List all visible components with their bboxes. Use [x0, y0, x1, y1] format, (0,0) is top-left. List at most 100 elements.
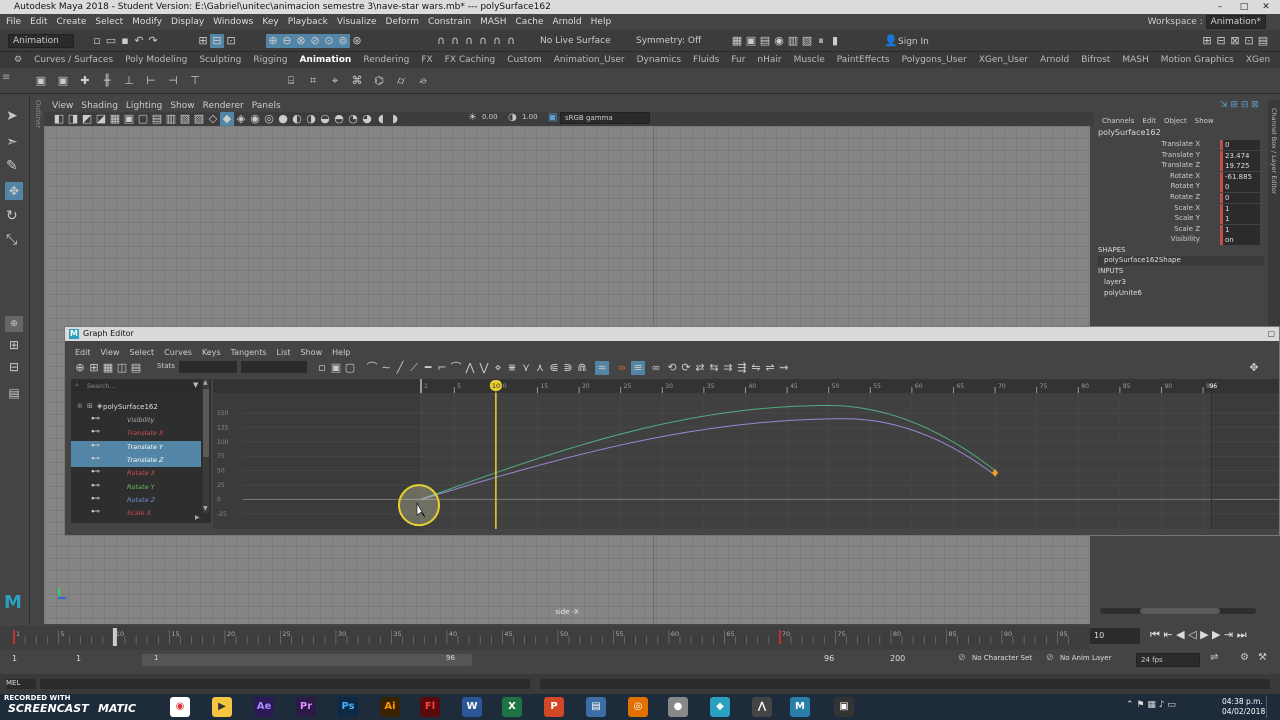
render-frame-icon[interactable]: ▦	[730, 34, 744, 48]
menu-display[interactable]: Display	[171, 17, 204, 27]
graph-menu-list[interactable]: List	[277, 348, 291, 357]
excel-icon[interactable]: X	[502, 697, 522, 717]
tangent-spline-icon[interactable]: ∼	[379, 361, 393, 375]
menu-playback[interactable]: Playback	[288, 17, 328, 27]
cycle-offset-icon[interactable]: ⟳	[679, 361, 693, 375]
buffer-curve-icon[interactable]: ⋎	[519, 361, 533, 375]
lattice-icon[interactable]: ⌸	[280, 74, 302, 88]
open-scene-icon[interactable]: ▭	[104, 34, 118, 48]
motion-path-icon[interactable]: ⌮	[412, 74, 434, 88]
viewport-menu-show[interactable]: Show	[170, 101, 194, 111]
layout-single-icon[interactable]: ⊕	[5, 316, 23, 332]
break-tangents-icon[interactable]: ⋀	[463, 361, 477, 375]
outliner-hscrollbar[interactable]: ▶	[71, 514, 201, 521]
shelf-tab-sculpting[interactable]: Sculpting	[199, 55, 241, 65]
shelf-tab-painteffects[interactable]: PaintEffects	[837, 55, 890, 65]
normalize-icon[interactable]: ⋑	[561, 361, 575, 375]
graph-menu-show[interactable]: Show	[301, 348, 323, 357]
graph-menu-keys[interactable]: Keys	[202, 348, 221, 357]
outliner-toggle-icon[interactable]: ▤	[1256, 34, 1270, 48]
curve-scale-icon[interactable]: ⇋	[749, 361, 763, 375]
app-sphere-icon[interactable]: ●	[668, 697, 688, 717]
xray-joints-icon[interactable]: ◖	[374, 112, 388, 126]
clock-time[interactable]: 04:38 p.m.	[1222, 697, 1263, 706]
play-backward-icon[interactable]: ◁	[1188, 628, 1196, 641]
lock-icon[interactable]: ⊛	[350, 34, 364, 48]
channel-box-layer-editor-tab[interactable]: Channel Box / Layer Editor	[1270, 108, 1278, 195]
tangent-plateau-icon[interactable]: ⌒	[449, 361, 463, 375]
magnet-icon-6[interactable]: ∩	[504, 34, 518, 48]
shelf-tab-poly-modeling[interactable]: Poly Modeling	[125, 55, 187, 65]
cluster-icon[interactable]: ⌗	[302, 74, 324, 88]
set-key-icon[interactable]: ▣	[30, 74, 52, 88]
stats-field-value[interactable]	[241, 361, 307, 373]
cb-lock-icon[interactable]: ⊞	[1230, 100, 1238, 110]
channel-value[interactable]: 1	[1220, 224, 1260, 235]
word-icon[interactable]: W	[462, 697, 482, 717]
screencast-taskbar-icon[interactable]: ▣	[834, 697, 854, 717]
channel-name[interactable]: Translate Z	[1161, 161, 1200, 169]
shelf-tab-motion-graphics[interactable]: Motion Graphics	[1161, 55, 1234, 65]
step-back-key-icon[interactable]: ⇤	[1163, 628, 1172, 641]
shelf-tab-xgen[interactable]: XGen	[1246, 55, 1270, 65]
step-back-frame-icon[interactable]: ◀	[1176, 628, 1184, 641]
scale-tool-icon[interactable]: ⤡	[6, 232, 17, 248]
viewport-menu-shading[interactable]: Shading	[81, 101, 118, 111]
sign-in-button[interactable]: 👤Sign In	[884, 34, 960, 49]
menu-help[interactable]: Help	[591, 17, 612, 27]
channel-box-icon[interactable]: ⊡	[1242, 34, 1256, 48]
hypershade-icon[interactable]: ◉	[772, 34, 786, 48]
channel-box-scroll-thumb[interactable]	[1140, 608, 1220, 614]
graph-menu-edit[interactable]: Edit	[75, 348, 91, 357]
shelf-tab-fx-caching[interactable]: FX Caching	[445, 55, 496, 65]
select-hierarchy-icon[interactable]: ⊞	[196, 34, 210, 48]
shelf-tab-custom[interactable]: Custom	[507, 55, 541, 65]
oscillate-icon[interactable]: ⇄	[693, 361, 707, 375]
pause-icon[interactable]: ⏸	[814, 34, 828, 48]
resolution-gate-icon[interactable]: ▢	[136, 112, 150, 126]
unify-tangents-icon[interactable]: ⋁	[477, 361, 491, 375]
graph-menu-select[interactable]: Select	[129, 348, 154, 357]
shelf-tab-fluids[interactable]: Fluids	[693, 55, 719, 65]
layout-two-icon[interactable]: ⊟	[5, 360, 23, 378]
workspace-selector[interactable]: Workspace : Animation*	[1148, 14, 1266, 30]
tray-battery-icon[interactable]: ▭	[1167, 700, 1176, 710]
wireframe-icon[interactable]: ◇	[206, 112, 220, 126]
channel-name[interactable]: Translate X	[1161, 140, 1200, 148]
shelf-tab-animation[interactable]: Animation	[299, 55, 351, 65]
tangent-step-icon[interactable]: ⌐	[435, 361, 449, 375]
channel-name[interactable]: Scale X	[1174, 204, 1200, 212]
channel-name[interactable]: Translate Y	[1162, 151, 1200, 159]
menu-visualize[interactable]: Visualize	[337, 17, 377, 27]
shelf-tab-bifrost[interactable]: Bifrost	[1081, 55, 1110, 65]
menu-modify[interactable]: Modify	[132, 17, 162, 27]
timeline-keyframe[interactable]	[13, 630, 15, 644]
magnet-icon-2[interactable]: ∩	[448, 34, 462, 48]
magnet-icon-5[interactable]: ∩	[490, 34, 504, 48]
ik-spline-icon[interactable]: ⊣	[162, 74, 184, 88]
channel-name[interactable]: Rotate X	[1170, 172, 1200, 180]
move-tool-icon[interactable]: ✥	[5, 182, 23, 200]
magnet-icon-4[interactable]: ∩	[476, 34, 490, 48]
shelf-tab-xgen-user[interactable]: XGen_User	[979, 55, 1028, 65]
constraint-orient-icon[interactable]: ⌬	[368, 74, 390, 88]
key-translate-icon[interactable]: ✚	[74, 74, 96, 88]
outliner-scroll-thumb[interactable]	[203, 389, 209, 457]
channel-value[interactable]: 1	[1220, 214, 1260, 225]
viewport-menu-renderer[interactable]: Renderer	[203, 101, 244, 111]
shelf-tab-dynamics[interactable]: Dynamics	[637, 55, 681, 65]
play-forward-icon[interactable]: ▶	[1200, 628, 1208, 641]
channel-box-menu-channels[interactable]: Channels	[1102, 117, 1134, 125]
safe-title-icon[interactable]: ▨	[192, 112, 206, 126]
joint-tool-icon[interactable]: ⊥	[118, 74, 140, 88]
render-settings-icon[interactable]: ▤	[758, 34, 772, 48]
workspace-dropdown[interactable]: Animation*	[1205, 15, 1266, 29]
smooth-shade-icon[interactable]: ◆	[220, 112, 234, 126]
shelf-tabs-menu-icon[interactable]: ⚙	[14, 55, 22, 65]
step-forward-frame-icon[interactable]: ▶	[1212, 628, 1220, 641]
field-chart-icon[interactable]: ▥	[164, 112, 178, 126]
skin-bind-icon[interactable]: ⊤	[184, 74, 206, 88]
shelf-menu-icon[interactable]: ≡	[2, 72, 14, 90]
character-set-dropdown[interactable]: No Character Set	[972, 654, 1032, 662]
camera-select-icon[interactable]: ◧	[52, 112, 66, 126]
